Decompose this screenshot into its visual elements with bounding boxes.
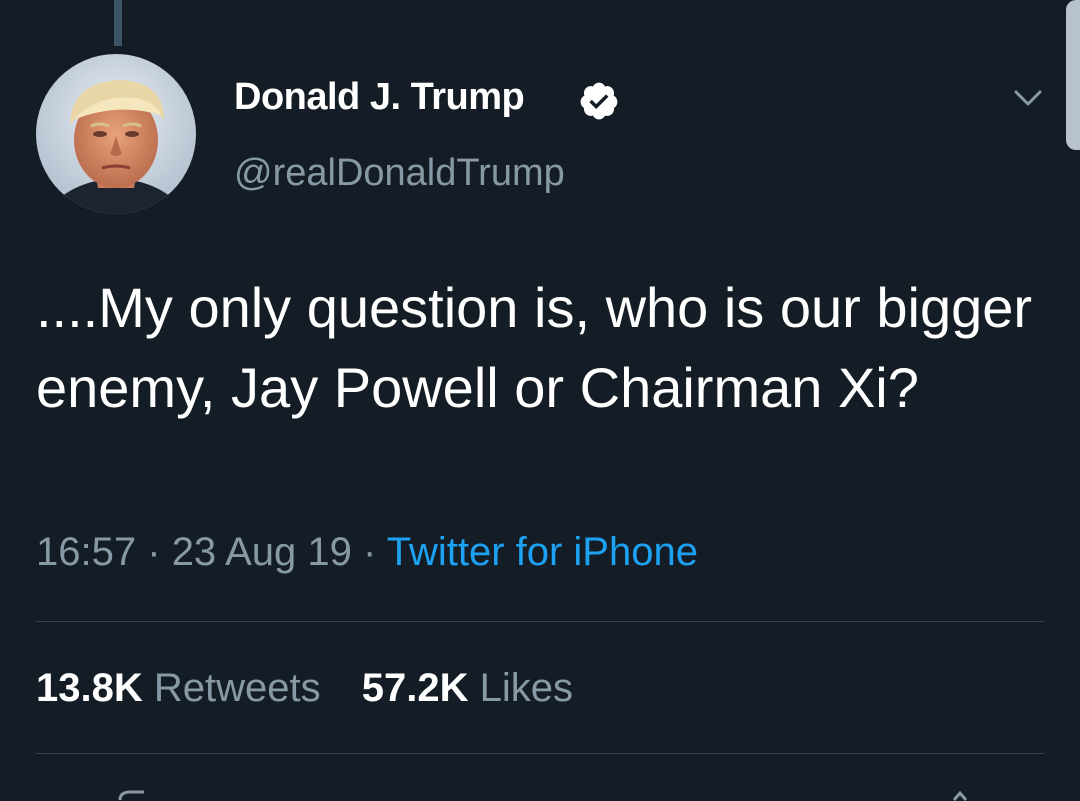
verified-badge-icon — [580, 82, 618, 120]
likes-stat[interactable]: 57.2K Likes — [362, 666, 573, 710]
divider — [36, 753, 1044, 754]
author-display-name[interactable]: Donald J. Trump — [234, 76, 525, 119]
author-handle[interactable]: @realDonaldTrump — [234, 152, 565, 195]
tweet-time: 16:57 — [36, 530, 137, 574]
retweets-label: Retweets — [153, 666, 321, 710]
retweets-stat[interactable]: 13.8K Retweets — [36, 666, 332, 710]
avatar-photo — [36, 54, 196, 214]
tweet-source-link[interactable]: Twitter for iPhone — [387, 530, 698, 574]
avatar[interactable] — [36, 54, 196, 214]
thread-connector-line — [114, 0, 122, 46]
meta-separator: · — [363, 530, 377, 574]
chevron-down-icon[interactable] — [1008, 80, 1048, 116]
share-icon[interactable] — [940, 790, 980, 801]
tweet-date: 23 Aug 19 — [171, 530, 352, 574]
retweets-count: 13.8K — [36, 666, 143, 710]
tweet-meta: 16:57 · 23 Aug 19 · Twitter for iPhone — [36, 530, 698, 575]
likes-label: Likes — [479, 666, 574, 710]
divider — [36, 621, 1044, 622]
tweet-stats: 13.8K Retweets 57.2K Likes — [36, 666, 603, 711]
reply-icon[interactable] — [116, 790, 156, 801]
meta-separator: · — [147, 530, 161, 574]
tweet-text: ....My only question is, who is our bigg… — [36, 276, 1033, 419]
scrollbar[interactable] — [1066, 0, 1080, 150]
likes-count: 57.2K — [361, 666, 469, 710]
